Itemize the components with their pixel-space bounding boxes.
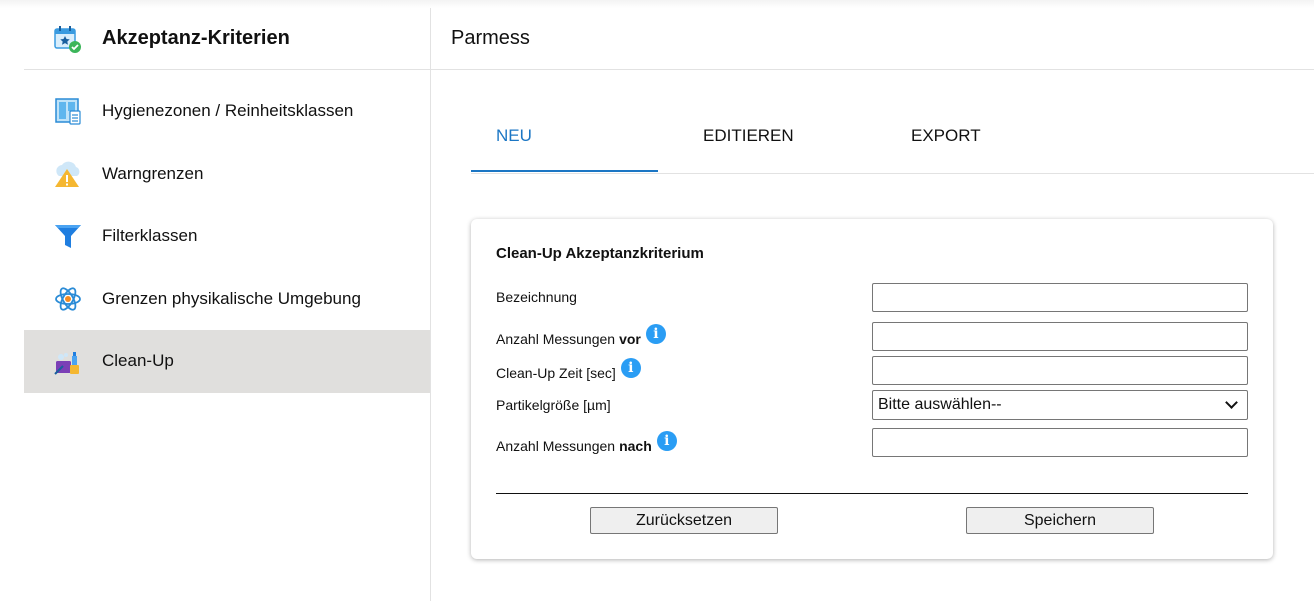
clean-up-zeit-input[interactable] (872, 356, 1248, 385)
sidebar-item-label: Grenzen physikalische Umgebung (102, 289, 361, 309)
anzahl-messungen-nach-label: Anzahl Messungen nach i (496, 436, 677, 456)
top-strip (0, 0, 1314, 8)
info-icon[interactable]: i (657, 431, 677, 451)
anzahl-messungen-nach-input[interactable] (872, 428, 1248, 457)
sidebar-item-filterklassen[interactable]: Filterklassen (24, 205, 430, 268)
select-value: Bitte auswählen-- (878, 396, 1002, 414)
main-header: Parmess (431, 8, 1314, 70)
anzahl-messungen-vor-label: Anzahl Messungen vor i (496, 329, 666, 349)
field-label: Anzahl Messungen (496, 331, 615, 347)
sidebar-item-clean-up[interactable]: Clean-Up (24, 330, 430, 393)
sidebar-item-hygienezonen[interactable]: Hygienezonen / Reinheitsklassen (24, 80, 430, 143)
cloud-warning-icon (52, 158, 84, 190)
sidebar-title: Akzeptanz-Kriterien (102, 27, 290, 50)
field-label: Bezeichnung (496, 289, 577, 305)
sidebar-item-label: Hygienezonen / Reinheitsklassen (102, 101, 353, 121)
clean-room-icon (52, 95, 84, 127)
tab-bar: NEU EDITIEREN EXPORT (471, 98, 1314, 174)
field-label: Partikelgröße [µm] (496, 397, 611, 413)
field-label: Clean-Up Zeit [sec] (496, 365, 616, 381)
tab-neu[interactable]: NEU (496, 98, 532, 173)
sidebar-header: Akzeptanz-Kriterien (24, 8, 430, 70)
bezeichnung-label: Bezeichnung (496, 289, 577, 305)
info-icon[interactable]: i (621, 358, 641, 378)
sidebar-nav: Hygienezonen / Reinheitsklassen Warngren… (24, 70, 430, 393)
field-label-bold: vor (619, 331, 641, 347)
sidebar: Akzeptanz-Kriterien Hygienezonen / Reinh… (24, 8, 430, 601)
form-separator (496, 493, 1248, 494)
anzahl-messungen-vor-input[interactable] (872, 322, 1248, 351)
clean-up-form-card: Clean-Up Akzeptanzkriterium Bezeichnung … (471, 219, 1273, 559)
sidebar-item-warngrenzen[interactable]: Warngrenzen (24, 143, 430, 206)
form-title: Clean-Up Akzeptanzkriterium (496, 245, 704, 262)
save-button[interactable]: Speichern (966, 507, 1154, 534)
chevron-down-icon (1225, 396, 1238, 409)
sidebar-divider (430, 8, 431, 601)
reset-button[interactable]: Zurücksetzen (590, 507, 778, 534)
atom-icon (52, 283, 84, 315)
partikelgroesse-label: Partikelgröße [µm] (496, 397, 611, 413)
sidebar-item-label: Clean-Up (102, 351, 174, 371)
info-icon[interactable]: i (646, 324, 666, 344)
sidebar-item-label: Warngrenzen (102, 164, 203, 184)
bezeichnung-input[interactable] (872, 283, 1248, 312)
cleaning-supplies-icon (52, 345, 84, 377)
field-label-bold: nach (619, 438, 652, 454)
tab-editieren[interactable]: EDITIEREN (703, 98, 794, 173)
funnel-icon (52, 220, 84, 252)
calendar-check-icon (52, 24, 82, 54)
partikelgroesse-select[interactable]: Bitte auswählen-- (872, 390, 1248, 420)
tab-export[interactable]: EXPORT (911, 98, 981, 173)
sidebar-item-physikalische-umgebung[interactable]: Grenzen physikalische Umgebung (24, 268, 430, 331)
field-label: Anzahl Messungen (496, 438, 615, 454)
sidebar-item-label: Filterklassen (102, 226, 197, 246)
clean-up-zeit-label: Clean-Up Zeit [sec] i (496, 363, 641, 383)
app-title: Parmess (451, 27, 530, 50)
active-tab-indicator (471, 170, 658, 172)
